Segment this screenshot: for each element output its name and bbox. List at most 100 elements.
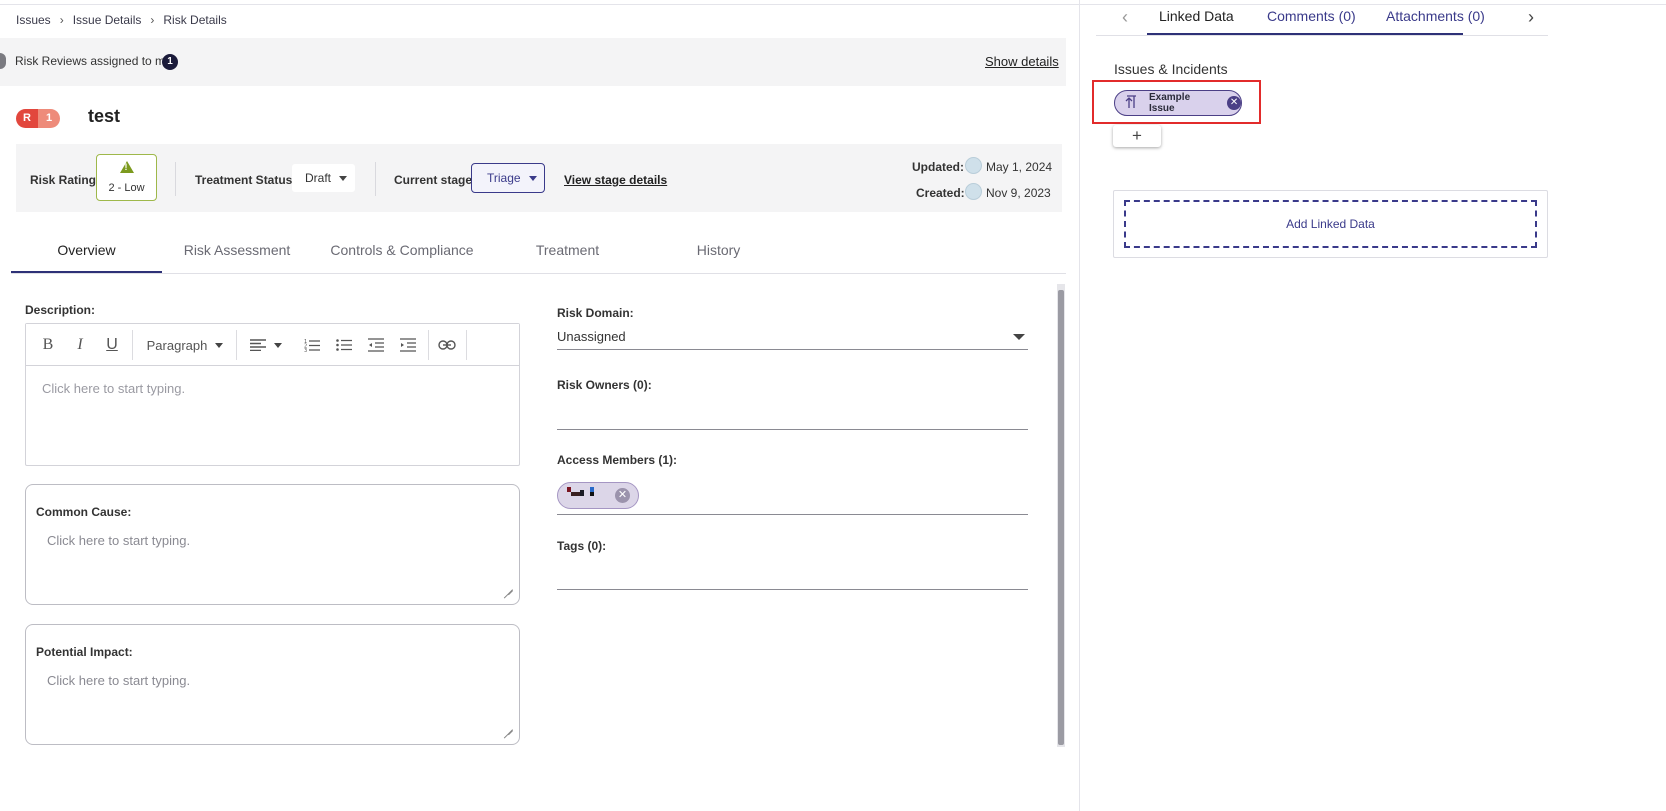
- created-date: Nov 9, 2023: [986, 186, 1051, 200]
- outdent-icon[interactable]: [366, 333, 386, 357]
- show-details-link[interactable]: Show details: [985, 54, 1059, 69]
- toolbar-divider: [466, 330, 467, 360]
- created-by-avatar[interactable]: [965, 183, 982, 200]
- risk-domain-select[interactable]: Unassigned: [557, 324, 1028, 350]
- linked-issue-name: Example Issue: [1149, 92, 1191, 114]
- review-bar-text: Risk Reviews assigned to me: [15, 54, 172, 68]
- add-issue-button[interactable]: +: [1113, 125, 1161, 147]
- indent-icon[interactable]: [398, 333, 418, 357]
- tags-input[interactable]: [557, 589, 1028, 590]
- current-stage-label: Current stage:: [394, 173, 477, 187]
- updated-label: Updated:: [912, 160, 964, 174]
- breadcrumb-issue-details[interactable]: Issue Details: [73, 13, 142, 27]
- potential-impact-label: Potential Impact:: [36, 645, 133, 659]
- tab-linked-data[interactable]: Linked Data: [1159, 8, 1234, 24]
- tab-risk-assessment[interactable]: Risk Assessment: [162, 228, 312, 273]
- italic-icon[interactable]: I: [70, 333, 90, 357]
- risk-rating-value: 2 - Low: [108, 182, 145, 194]
- common-cause-placeholder: Click here to start typing.: [47, 533, 191, 548]
- access-members-input[interactable]: [557, 514, 1028, 515]
- updated-by-avatar[interactable]: [965, 157, 982, 174]
- tab-treatment[interactable]: Treatment: [492, 228, 643, 273]
- issues-incidents-heading: Issues & Incidents: [1114, 61, 1228, 77]
- potential-impact-field[interactable]: Potential Impact: Click here to start ty…: [25, 624, 520, 745]
- link-icon[interactable]: [436, 333, 458, 357]
- risk-rating-box[interactable]: 2 - Low: [96, 154, 157, 201]
- pane-divider: [1079, 0, 1080, 811]
- bold-icon[interactable]: B: [38, 333, 58, 357]
- risk-badge-letter: R: [16, 109, 38, 128]
- paragraph-style-select[interactable]: Paragraph: [144, 333, 226, 357]
- tab-underline: [1147, 33, 1463, 35]
- remove-member-icon[interactable]: ✕: [615, 488, 630, 503]
- risk-owners-input[interactable]: [557, 429, 1028, 430]
- editor-toolbar: B I U Paragraph 123: [26, 324, 519, 366]
- scrollbar-thumb[interactable]: [1058, 290, 1064, 745]
- current-stage-value: Triage: [487, 171, 521, 185]
- common-cause-field[interactable]: Common Cause: Click here to start typing…: [25, 484, 520, 605]
- tab-history[interactable]: History: [643, 228, 794, 273]
- member-avatar-icon-part: [590, 492, 594, 496]
- remove-issue-icon[interactable]: ✕: [1227, 96, 1241, 110]
- divider: [375, 162, 376, 196]
- risk-domain-label: Risk Domain:: [557, 306, 634, 320]
- description-editor[interactable]: B I U Paragraph 123 Click here to start …: [25, 323, 520, 466]
- numbered-list-icon[interactable]: 123: [302, 333, 322, 357]
- chevron-left-icon[interactable]: ‹: [1122, 7, 1128, 28]
- bullet-list-icon[interactable]: [334, 333, 354, 357]
- created-label: Created:: [916, 186, 965, 200]
- breadcrumb-risk-details: Risk Details: [163, 13, 227, 27]
- risk-badge-number: 1: [38, 109, 60, 128]
- add-linked-data-button[interactable]: Add Linked Data: [1124, 200, 1537, 248]
- caret-down-icon: [528, 175, 537, 181]
- chevron-right-icon: ›: [150, 13, 155, 27]
- toolbar-divider: [132, 330, 133, 360]
- chevron-right-icon[interactable]: ›: [1528, 7, 1534, 28]
- risk-rating-label: Risk Rating:: [30, 173, 101, 187]
- risk-id-badge: R 1: [16, 109, 60, 128]
- caret-down-icon: [215, 342, 224, 348]
- warning-triangle-icon: [119, 161, 134, 173]
- access-members-label: Access Members (1):: [557, 453, 678, 467]
- breadcrumb-issues[interactable]: Issues: [16, 13, 51, 27]
- underline-icon[interactable]: U: [102, 333, 122, 357]
- toolbar-divider: [428, 330, 429, 360]
- tab-overview[interactable]: Overview: [11, 228, 162, 273]
- page-title: test: [88, 106, 121, 126]
- view-stage-details-link[interactable]: View stage details: [564, 173, 667, 187]
- align-select[interactable]: [246, 333, 286, 357]
- toolbar-divider: [236, 330, 237, 360]
- caret-down-icon: [339, 175, 348, 181]
- updated-date: May 1, 2024: [986, 160, 1053, 174]
- current-stage-select[interactable]: Triage: [471, 163, 545, 193]
- tab-attachments[interactable]: Attachments (0): [1386, 8, 1485, 24]
- chevron-right-icon: ›: [59, 13, 64, 27]
- member-avatar-icon-part: [571, 492, 580, 496]
- tab-comments[interactable]: Comments (0): [1267, 8, 1356, 24]
- paragraph-style-value: Paragraph: [146, 337, 208, 353]
- divider: [175, 162, 176, 196]
- right-panel-tabs: ‹ Linked Data Comments (0) Attachments (…: [1096, 0, 1548, 36]
- tab-controls-compliance[interactable]: Controls & Compliance: [312, 228, 492, 273]
- access-member-chip[interactable]: ✕: [557, 482, 639, 509]
- treatment-status-value: Draft: [305, 171, 332, 185]
- review-count-badge: 1: [162, 54, 178, 70]
- member-avatar-icon-part: [580, 490, 584, 496]
- issue-type-icon: [1125, 94, 1137, 112]
- caret-down-icon: [274, 342, 282, 348]
- caret-down-icon: [1013, 334, 1025, 340]
- breadcrumb: Issues › Issue Details › Risk Details: [16, 12, 227, 28]
- description-placeholder: Click here to start typing.: [42, 381, 186, 396]
- align-left-icon: [250, 339, 266, 351]
- resize-handle-icon[interactable]: [504, 721, 513, 730]
- risk-domain-value: Unassigned: [557, 329, 626, 344]
- treatment-status-select[interactable]: Draft: [292, 164, 355, 192]
- linked-data-card: Add Linked Data: [1113, 190, 1548, 258]
- svg-text:3: 3: [304, 348, 307, 352]
- linked-issue-chip[interactable]: Example Issue ✕: [1114, 90, 1242, 116]
- risk-owners-label: Risk Owners (0):: [557, 378, 652, 392]
- potential-impact-placeholder: Click here to start typing.: [47, 673, 191, 688]
- treatment-status-label: Treatment Status:: [195, 173, 297, 187]
- description-label: Description:: [25, 303, 96, 317]
- resize-handle-icon[interactable]: [504, 581, 513, 590]
